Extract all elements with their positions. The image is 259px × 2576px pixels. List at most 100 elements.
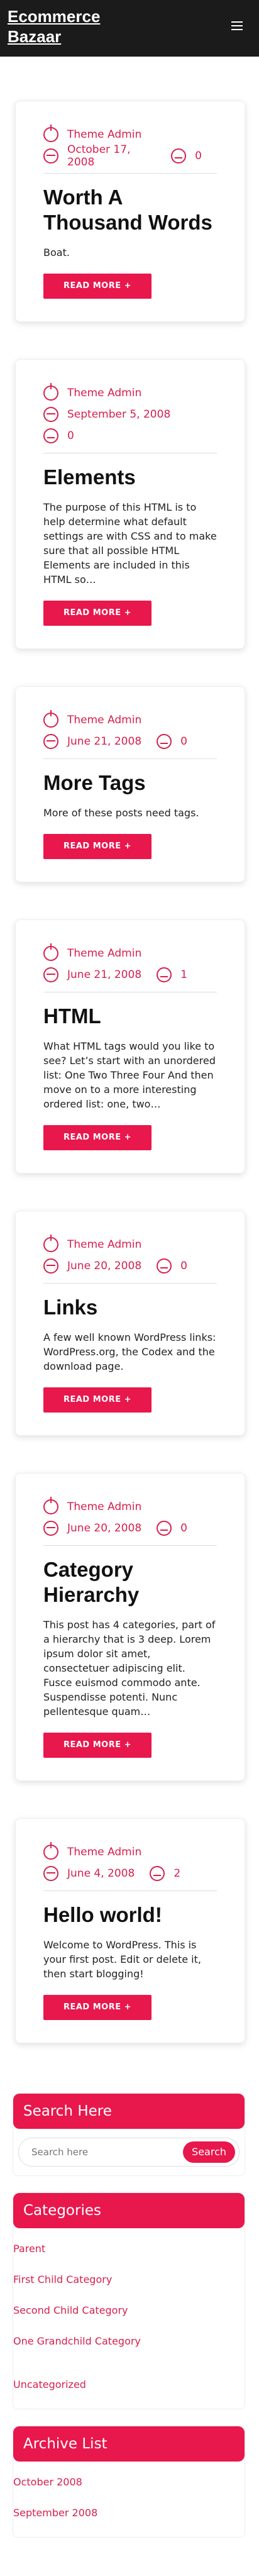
post-title[interactable]: Category Hierarchy — [43, 1557, 217, 1607]
post-author[interactable]: Theme Admin — [43, 386, 141, 401]
post-date[interactable]: June 21, 2008 — [43, 734, 141, 749]
category-link[interactable]: First Child Category — [13, 2264, 245, 2295]
post-date[interactable]: June 20, 2008 — [43, 1521, 141, 1536]
post-card: Theme Admin September 5, 2008 0 Elements… — [15, 359, 245, 649]
post-author[interactable]: Theme Admin — [43, 1499, 141, 1514]
search-form: Search — [18, 2138, 240, 2167]
read-more-button[interactable]: READ MORE + — [43, 1387, 152, 1413]
post-title[interactable]: HTML — [43, 1004, 217, 1029]
date-link[interactable]: June 21, 2008 — [67, 735, 141, 748]
post-date[interactable]: June 4, 2008 — [43, 1866, 135, 1881]
author-link[interactable]: Theme Admin — [67, 387, 141, 399]
user-icon — [43, 386, 58, 401]
comments-count[interactable]: 0 — [195, 150, 202, 162]
post-card: Theme Admin June 21, 2008 0 More Tags Mo… — [15, 686, 245, 882]
read-more-button[interactable]: READ MORE + — [43, 274, 152, 299]
post-date[interactable]: October 17, 2008 — [43, 143, 156, 169]
author-link[interactable]: Theme Admin — [67, 947, 141, 960]
post-comments[interactable]: 0 — [157, 734, 187, 749]
post-author[interactable]: Theme Admin — [43, 1237, 141, 1252]
post-author[interactable]: Theme Admin — [43, 713, 141, 728]
post-date[interactable]: June 21, 2008 — [43, 967, 141, 982]
calendar-icon — [43, 1521, 58, 1536]
author-link[interactable]: Theme Admin — [67, 1238, 141, 1251]
post-excerpt: Boat. — [43, 247, 70, 258]
read-more-button[interactable]: READ MORE + — [43, 1995, 152, 2020]
comment-icon — [150, 1866, 165, 1881]
comment-icon — [157, 1521, 172, 1536]
comment-icon — [171, 148, 187, 164]
post-date[interactable]: September 5, 2008 — [43, 407, 170, 422]
category-link[interactable]: Second Child Category — [13, 2295, 245, 2326]
comments-count[interactable]: 0 — [180, 1260, 187, 1272]
author-link[interactable]: Theme Admin — [67, 1846, 141, 1858]
category-list: Parent First Child Category Second Child… — [13, 2228, 245, 2400]
search-button[interactable]: Search — [183, 2141, 235, 2163]
categories-widget: Categories Parent First Child Category S… — [13, 2192, 245, 2409]
category-link[interactable]: One Grandchild Category — [13, 2326, 245, 2357]
comment-icon — [157, 1258, 172, 1274]
post-author[interactable]: Theme Admin — [43, 1845, 141, 1860]
post-title[interactable]: Worth A Thousand Words — [43, 185, 217, 235]
date-link[interactable]: June 20, 2008 — [67, 1522, 141, 1535]
post-list: Theme Admin October 17, 2008 0 Worth A T… — [0, 57, 259, 2043]
post-excerpt: The purpose of this HTML is to help dete… — [43, 501, 217, 586]
post-author[interactable]: Theme Admin — [43, 946, 141, 961]
meta-divider — [43, 1283, 217, 1284]
post-excerpt: This post has 4 categories, part of a hi… — [43, 1619, 216, 1718]
post-card: Theme Admin June 20, 2008 0 Links A few … — [15, 1211, 245, 1436]
archive-widget: Archive List October 2008 September 2008 — [13, 2426, 245, 2538]
read-more-button[interactable]: READ MORE + — [43, 834, 152, 859]
post-card: Theme Admin June 21, 2008 1 HTML What HT… — [15, 919, 245, 1174]
post-title[interactable]: Hello world! — [43, 1902, 217, 1928]
author-link[interactable]: Theme Admin — [67, 128, 141, 141]
post-comments[interactable]: 2 — [150, 1866, 180, 1881]
site-header: Ecommerce Bazaar — [0, 0, 259, 57]
comments-count[interactable]: 0 — [67, 430, 74, 442]
comment-icon — [157, 734, 172, 749]
user-icon — [43, 1845, 58, 1860]
comment-icon — [43, 428, 58, 443]
read-more-button[interactable]: READ MORE + — [43, 1733, 152, 1758]
date-link[interactable]: June 21, 2008 — [67, 969, 141, 981]
category-link[interactable]: Parent — [13, 2233, 245, 2264]
search-widget: Search Here Search — [13, 2093, 245, 2176]
comments-count[interactable]: 2 — [174, 1867, 180, 1880]
post-title[interactable]: Elements — [43, 465, 217, 490]
post-title[interactable]: Links — [43, 1295, 217, 1320]
date-link[interactable]: October 17, 2008 — [67, 143, 156, 169]
site-title[interactable]: Ecommerce Bazaar — [8, 6, 133, 47]
post-comments[interactable]: 0 — [157, 1258, 187, 1274]
post-excerpt: What HTML tags would you like to see? Le… — [43, 1040, 216, 1110]
comments-count[interactable]: 0 — [180, 1522, 187, 1535]
author-link[interactable]: Theme Admin — [67, 714, 141, 726]
calendar-icon — [43, 148, 58, 164]
category-link[interactable]: Uncategorized — [13, 2369, 245, 2400]
search-input[interactable] — [30, 2146, 158, 2158]
meta-divider — [43, 1890, 217, 1891]
user-icon — [43, 1499, 58, 1514]
post-date[interactable]: June 20, 2008 — [43, 1258, 141, 1274]
archive-link[interactable]: September 2008 — [13, 2497, 245, 2528]
date-link[interactable]: June 4, 2008 — [67, 1867, 135, 1880]
post-comments[interactable]: 0 — [43, 428, 74, 443]
comments-count[interactable]: 1 — [180, 969, 187, 981]
meta-divider — [43, 173, 217, 174]
hamburger-menu-icon[interactable] — [231, 21, 243, 30]
post-comments[interactable]: 1 — [157, 967, 187, 982]
calendar-icon — [43, 407, 58, 422]
user-icon — [43, 1237, 58, 1252]
calendar-icon — [43, 1866, 58, 1881]
author-link[interactable]: Theme Admin — [67, 1501, 141, 1513]
archive-link[interactable]: October 2008 — [13, 2467, 245, 2497]
post-author[interactable]: Theme Admin — [43, 127, 141, 142]
calendar-icon — [43, 734, 58, 749]
post-title[interactable]: More Tags — [43, 770, 217, 796]
date-link[interactable]: September 5, 2008 — [67, 408, 170, 421]
comments-count[interactable]: 0 — [180, 735, 187, 748]
post-comments[interactable]: 0 — [171, 148, 202, 164]
read-more-button[interactable]: READ MORE + — [43, 1125, 152, 1150]
date-link[interactable]: June 20, 2008 — [67, 1260, 141, 1272]
post-comments[interactable]: 0 — [157, 1521, 187, 1536]
read-more-button[interactable]: READ MORE + — [43, 601, 152, 626]
